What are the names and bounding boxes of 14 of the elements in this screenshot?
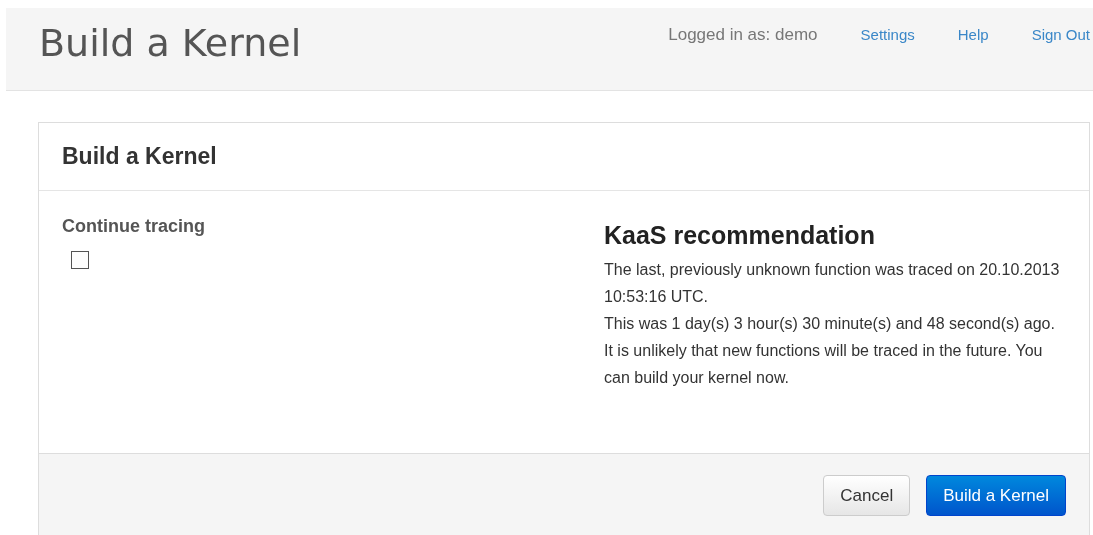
recommendation-text: It is unlikely that new functions will be traced in the future. You can build your kernel now. xyxy=(604,341,1044,388)
nav-link[interactable]: Settings xyxy=(860,26,915,43)
recommendation-title: KaaS recommendation xyxy=(604,221,876,250)
build-button[interactable]: Build a Kernel xyxy=(926,475,1066,516)
nav-link[interactable]: Help xyxy=(957,26,989,43)
nav-link[interactable]: Sign Out xyxy=(1031,26,1090,43)
user-label: Logged in as: demo xyxy=(668,25,818,45)
site-title: Build a Kernel xyxy=(39,21,302,65)
cancel-button[interactable]: Cancel xyxy=(823,475,911,516)
checkbox[interactable] xyxy=(71,251,89,269)
panel-title: Build a Kernel xyxy=(62,143,217,170)
recommendation-text: The last, previously unknown function was traced on 20.10.2013 10:53:16 UTC. xyxy=(604,260,1061,307)
option-label: Continue tracing xyxy=(62,216,205,237)
recommendation-text: This was 1 day(s) 3 hour(s) 30 minute(s) and 48 second(s) ago. xyxy=(604,314,1056,334)
